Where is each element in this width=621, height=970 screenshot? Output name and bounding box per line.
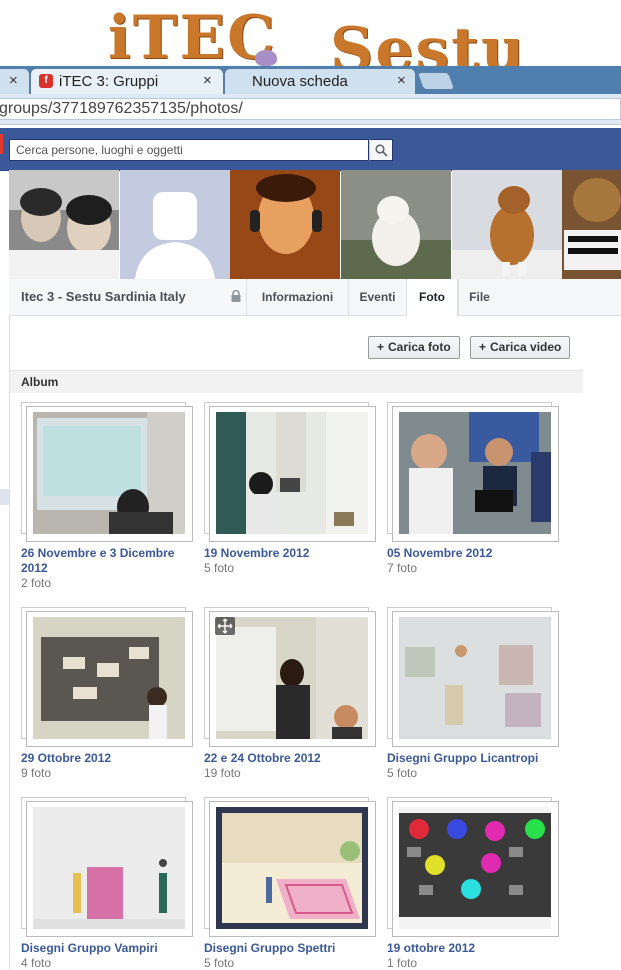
album-photo-count: 7 foto [387,561,418,575]
tab-foto[interactable]: Foto [406,279,458,316]
tab-close-icon[interactable]: × [9,72,18,89]
tab-informazioni[interactable]: Informazioni [246,279,348,315]
move-icon[interactable] [215,617,235,635]
album-thumbnail-stack[interactable] [204,607,376,747]
plus-icon: + [377,340,385,354]
album-title[interactable]: Disegni Gruppo Licantropi [387,751,559,766]
browser-tab-nuova-scheda[interactable]: Nuova scheda × [224,68,416,94]
album-photo-count: 5 foto [204,956,235,970]
member-photo-man-headphones[interactable] [230,170,340,279]
upload-photo-label: Carica foto [388,340,451,354]
url-field[interactable]: groups/377189762357135/photos/ [0,98,621,120]
album-title[interactable]: Disegni Gruppo Vampiri [21,941,193,956]
album-cover-image[interactable] [399,807,551,929]
album-thumbnail-stack[interactable] [21,797,193,937]
new-tab-button[interactable] [416,72,456,90]
album-thumbnail-stack[interactable] [387,402,559,542]
album-title[interactable]: 29 Ottobre 2012 [21,751,193,766]
album-title[interactable]: 19 ottobre 2012 [387,941,559,956]
album-photo-count: 2 foto [21,576,52,590]
album-cover-image[interactable] [399,617,551,739]
upload-video-button[interactable]: + Carica video [470,336,571,359]
album-cover-image[interactable] [399,412,551,534]
group-cover-photos [9,170,621,279]
album-title[interactable]: 22 e 24 Ottobre 2012 [204,751,376,766]
album-thumbnail-stack[interactable] [21,607,193,747]
tab-file[interactable]: File [458,279,500,315]
album-cover-image[interactable] [216,617,368,739]
album-cover-image[interactable] [33,617,185,739]
group-name[interactable]: Itec 3 - Sestu Sardinia Italy [21,289,186,304]
album-photo-count: 19 foto [204,766,241,780]
tab-close-icon[interactable]: × [397,72,406,89]
browser-tab-previous[interactable]: × [0,68,30,94]
album-thumbnail-stack[interactable] [21,402,193,542]
plus-icon: + [479,340,487,354]
sidebar-indicator [0,489,9,505]
album-photo-count: 4 foto [21,956,52,970]
tab-close-icon[interactable]: × [203,72,212,89]
sestu-logo: Sestu [330,15,527,66]
album-thumbnail-stack[interactable] [204,797,376,937]
tab-label: Nuova scheda [252,73,348,90]
album-photo-count: 1 foto [387,956,418,970]
member-photo-teddy-bear[interactable] [562,170,621,279]
section-title: Album [21,375,59,389]
album-section-header: Album [10,370,583,393]
tab-eventi[interactable]: Eventi [348,279,406,315]
album-photo-count: 5 foto [204,561,235,575]
album-cover-image[interactable] [33,807,185,929]
logo-decoration [255,50,277,66]
browser-tab-itec-gruppi[interactable]: f iTEC 3: Gruppi × [30,68,224,94]
member-photo-boys[interactable] [9,170,119,279]
member-photo-boxer-puppy[interactable] [452,170,562,279]
favicon-icon: f [39,74,53,88]
album-cover-image[interactable] [216,412,368,534]
album-thumbnail-stack[interactable] [204,402,376,542]
itec-logo: iTEC [108,3,277,66]
search-button[interactable] [369,139,393,161]
search-icon [375,144,388,157]
album-title[interactable]: 19 Novembre 2012 [204,546,376,561]
album-photo-count: 9 foto [21,766,52,780]
site-banner: iTEC Sestu [0,0,621,66]
lock-icon [231,290,241,302]
album-title[interactable]: Disegni Gruppo Spettri [204,941,376,956]
tab-label: iTEC 3: Gruppi [59,73,159,90]
album-cover-image[interactable] [216,807,368,929]
album-photo-count: 5 foto [387,766,418,780]
album-title[interactable]: 26 Novembre e 3 Dicembre 2012 [21,546,193,576]
facebook-logo-edge[interactable] [0,134,3,154]
browser-tab-strip: × f iTEC 3: Gruppi × Nuova scheda × [0,66,621,94]
member-photo-white-puppy[interactable] [341,170,451,279]
upload-photo-button[interactable]: + Carica foto [368,336,460,359]
search-input[interactable]: Cerca persone, luoghi e oggetti [9,139,369,161]
album-thumbnail-stack[interactable] [387,607,559,747]
member-photo-default-avatar[interactable] [120,170,230,279]
content-border [9,315,10,969]
album-cover-image[interactable] [33,412,185,534]
album-thumbnail-stack[interactable] [387,797,559,937]
address-bar: groups/377189762357135/photos/ [0,94,621,125]
album-title[interactable]: 05 Novembre 2012 [387,546,559,561]
upload-video-label: Carica video [490,340,562,354]
group-nav-bar: Itec 3 - Sestu Sardinia Italy Informazio… [9,279,621,316]
